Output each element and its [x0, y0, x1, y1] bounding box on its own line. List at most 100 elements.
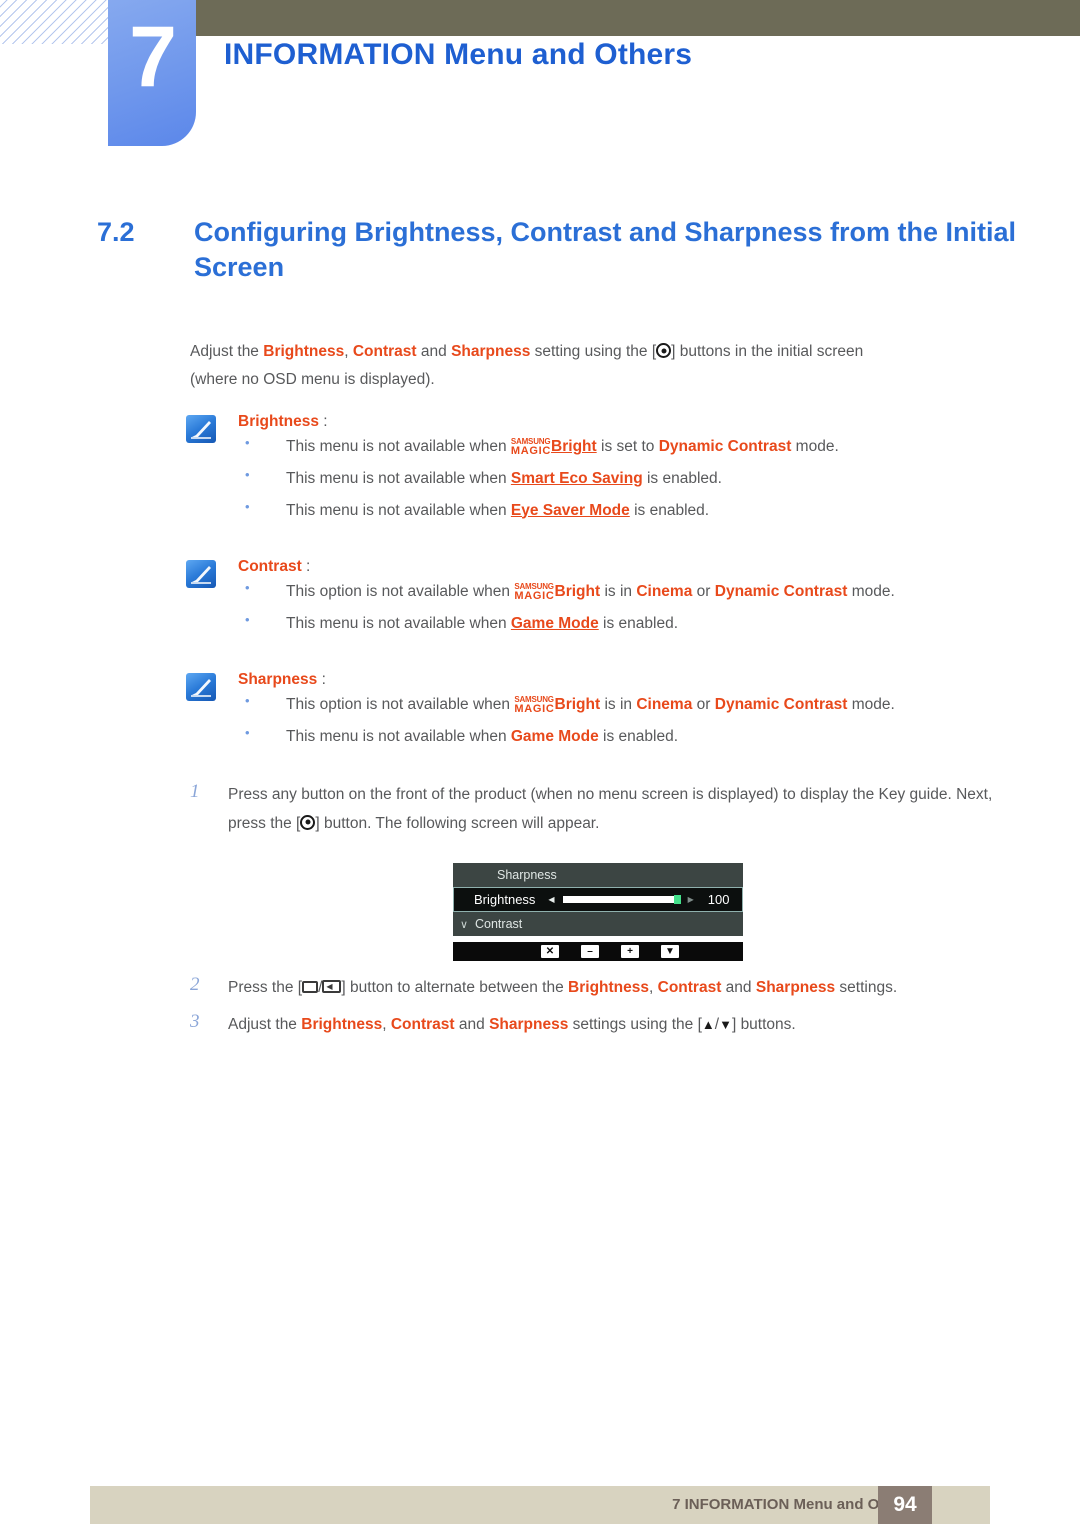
note-text: mode. [847, 583, 895, 600]
keyword-target: Smart Eco Saving [510, 469, 643, 487]
step-text: , [382, 1016, 391, 1033]
magicbright-logo: SAMSUNG MAGIC [514, 583, 554, 602]
chapter-title: INFORMATION Menu and Others [224, 38, 693, 71]
step-text: ] button to alternate between the [341, 979, 569, 996]
note-block-contrast: Contrast : This option is not available … [186, 558, 1006, 640]
note-block-sharpness: Sharpness : This option is not available… [186, 671, 1006, 753]
note-text: or [692, 583, 715, 600]
osd-label-brightness: Brightness [474, 892, 536, 907]
list-item: This option is not available when SAMSUN… [238, 688, 1006, 721]
keyword-target: Cinema [636, 696, 693, 713]
osd-key-plus-icon[interactable]: + [621, 945, 639, 958]
list-item: This menu is not available when Game Mod… [238, 607, 1006, 640]
header-hatch-pattern [0, 0, 112, 44]
keyword-target-2: Dynamic Contrast [714, 583, 848, 600]
note-title-colon: : [301, 558, 311, 575]
intro-text-e: ] buttons in the initial screen [671, 343, 864, 360]
note-text: This menu is not available when [286, 614, 511, 632]
magic-bottom: MAGIC [514, 590, 555, 602]
note-title-text: Sharpness [238, 671, 318, 688]
note-title-text: Contrast [238, 558, 302, 575]
step-body: Press any button on the front of the pro… [228, 781, 1002, 838]
section-title: Configuring Brightness, Contrast and Sha… [194, 217, 1017, 282]
note-text: This menu is not available when [286, 438, 511, 455]
osd-brightness-value: 100 [707, 892, 730, 907]
step-text: and [454, 1016, 490, 1033]
note-text: is set to [596, 438, 659, 455]
step-text: Press the [ [228, 979, 303, 996]
note-text: mode. [847, 696, 895, 713]
step-text: Adjust the [228, 1016, 302, 1033]
step-3: 3 Adjust the Brightness, Contrast and Sh… [190, 1011, 1002, 1040]
note-text: This option is not available when [286, 696, 515, 713]
note-text: mode. [791, 438, 839, 455]
keyword-brightness: Brightness [301, 1016, 383, 1033]
osd-key-minus-icon[interactable]: – [581, 945, 599, 958]
osd-label-contrast: Contrast [475, 917, 523, 931]
osd-slider-knob[interactable] [673, 895, 681, 904]
osd-row-sharpness[interactable]: Sharpness [453, 863, 743, 887]
step-text: and [721, 979, 756, 996]
magicbright-logo: SAMSUNG MAGIC [514, 696, 554, 715]
keyword-target-2: Dynamic Contrast [714, 696, 848, 713]
note-text: or [692, 696, 715, 713]
osd-key-close-icon[interactable]: ✕ [541, 945, 559, 958]
osd-key-guide-bar: ✕ – + ▼ [453, 942, 743, 961]
note-list: This option is not available when SAMSUN… [238, 688, 1006, 753]
osd-screenshot: Sharpness Brightness ◀ ▶ 100 ∨ Contrast … [453, 863, 743, 961]
step-number: 3 [190, 1011, 200, 1032]
magic-suffix: Bright [551, 438, 597, 455]
footer-bar: 7 INFORMATION Menu and Others [90, 1486, 990, 1524]
note-text: is enabled. [598, 614, 679, 632]
note-title-colon: : [318, 413, 328, 430]
keyword-target: Game Mode [510, 614, 599, 632]
osd-key-down-icon[interactable]: ▼ [661, 945, 679, 958]
intro-paragraph: Adjust the Brightness, Contrast and Shar… [190, 338, 1000, 394]
header-olive-bar [186, 0, 1080, 36]
step-body: Press the [/] button to alternate betwee… [228, 974, 1002, 1003]
intro-text-a: Adjust the [190, 343, 264, 360]
jog-button-icon [656, 343, 672, 358]
note-pen-icon [186, 415, 216, 443]
note-text: is in [600, 696, 637, 713]
keyword-brightness: Brightness [263, 343, 345, 360]
list-item: This option is not available when SAMSUN… [238, 575, 1006, 608]
step-text: settings. [835, 979, 898, 996]
keyword-brightness: Brightness [568, 979, 650, 996]
note-pen-icon [186, 673, 216, 701]
note-title: Contrast : [238, 558, 1006, 576]
intro-text-c: and [416, 343, 452, 360]
intro-paragraph-2: (where no OSD menu is displayed). [190, 371, 435, 389]
osd-arrow-left-icon[interactable]: ◀ [548, 895, 554, 904]
list-item: This menu is not available when Game Mod… [238, 720, 1006, 753]
step-text: settings using the [ [568, 1016, 702, 1033]
note-text: This menu is not available when [286, 727, 511, 745]
osd-panel: Sharpness Brightness ◀ ▶ 100 ∨ Contrast [453, 863, 743, 936]
back-button-icon [322, 980, 342, 993]
section-heading: 7.2 Configuring Brightness, Contrast and… [97, 215, 1017, 284]
note-title: Brightness : [238, 413, 1006, 431]
step-body: Adjust the Brightness, Contrast and Shar… [228, 1011, 1002, 1040]
list-item: This menu is not available when SAMSUNGM… [238, 430, 1006, 463]
step-number: 2 [190, 974, 200, 995]
note-title-colon: : [317, 671, 326, 688]
source-button-icon [302, 981, 319, 993]
osd-row-brightness[interactable]: Brightness ◀ ▶ 100 [453, 887, 743, 912]
note-text: is enabled. [629, 501, 710, 519]
osd-brightness-slider[interactable] [562, 895, 681, 904]
note-title: Sharpness : [238, 671, 1006, 689]
magic-suffix: Bright [554, 696, 601, 713]
note-list: This menu is not available when SAMSUNGM… [238, 430, 1006, 526]
osd-arrow-right-icon[interactable]: ▶ [688, 895, 694, 904]
chapter-tab: 7 [108, 0, 196, 146]
magic-suffix: Bright [554, 583, 601, 600]
step-2: 2 Press the [/] button to alternate betw… [190, 974, 1002, 1003]
magicbright-logo: SAMSUNG MAGIC [511, 438, 551, 457]
keyword-sharpness: Sharpness [755, 979, 836, 996]
magic-bottom: MAGIC [510, 445, 552, 457]
note-title-text: Brightness [238, 413, 319, 430]
osd-row-contrast[interactable]: ∨ Contrast [453, 912, 743, 936]
list-item: This menu is not available when Smart Ec… [238, 462, 1006, 495]
page-number: 94 [878, 1486, 932, 1524]
keyword-target: Eye Saver Mode [510, 501, 630, 519]
